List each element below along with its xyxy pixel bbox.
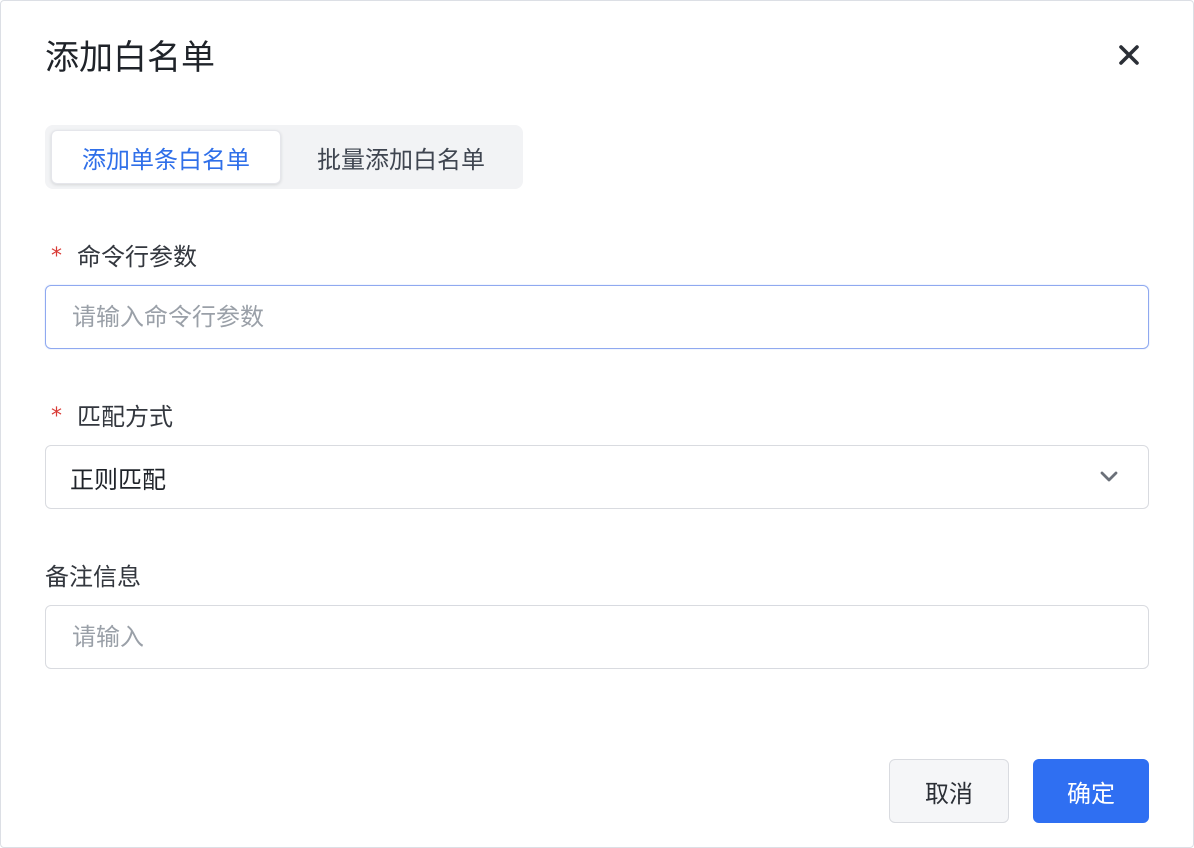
remark-label-text: 备注信息 [45, 563, 141, 591]
command-args-label-text: 命令行参数 [77, 243, 197, 271]
remark-input[interactable] [46, 606, 1148, 668]
chevron-down-icon [1096, 464, 1122, 490]
match-mode-value: 正则匹配 [70, 465, 166, 494]
required-mark: * [51, 244, 62, 269]
close-button[interactable] [1109, 37, 1149, 77]
command-args-field [45, 285, 1149, 349]
remark-label: 备注信息 [45, 560, 141, 594]
mode-tabs: 添加单条白名单 批量添加白名单 [45, 125, 523, 189]
match-mode-label-text: 匹配方式 [77, 403, 173, 431]
cancel-button[interactable]: 取消 [889, 759, 1009, 823]
required-mark: * [51, 404, 62, 429]
command-args-label: * 命令行参数 [45, 240, 197, 274]
match-mode-select[interactable]: 正则匹配 [45, 445, 1149, 509]
match-mode-label: * 匹配方式 [45, 400, 173, 434]
remark-field [45, 605, 1149, 669]
close-icon [1118, 44, 1140, 70]
command-args-input[interactable] [46, 286, 1148, 348]
dialog-title: 添加白名单 [45, 38, 215, 78]
add-whitelist-dialog: 添加白名单 添加单条白名单 批量添加白名单 * 命令行参数 * 匹配方式 正则匹… [0, 0, 1194, 848]
confirm-button[interactable]: 确定 [1033, 759, 1149, 823]
tab-add-single[interactable]: 添加单条白名单 [51, 130, 281, 184]
tab-add-batch[interactable]: 批量添加白名单 [285, 130, 517, 184]
